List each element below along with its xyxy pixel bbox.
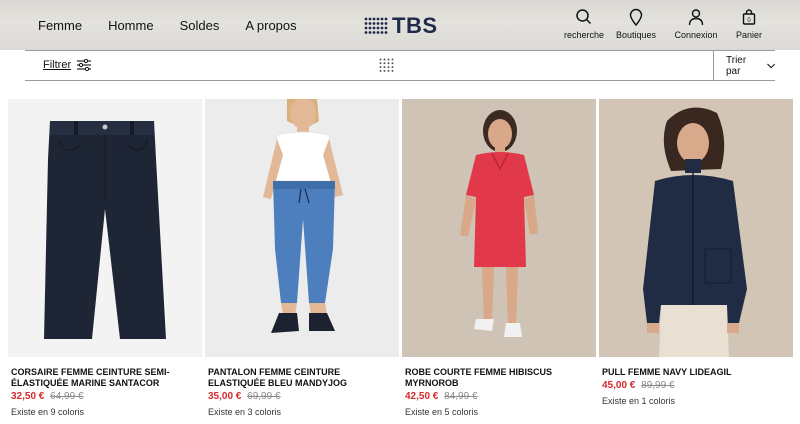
login-button[interactable]: Connexion bbox=[666, 8, 726, 40]
product-prices: 32,50 € 64,99 € bbox=[8, 391, 202, 403]
model-blue-pants-image bbox=[263, 99, 343, 333]
product-price: 42,50 € bbox=[405, 391, 439, 402]
sort-dropdown[interactable]: Trier par bbox=[713, 51, 775, 80]
stores-label: Boutiques bbox=[615, 30, 657, 40]
grid-view-toggle[interactable] bbox=[379, 58, 395, 77]
filter-sliders-icon bbox=[77, 59, 92, 71]
product-card[interactable]: PULL FEMME NAVY LIDEAGIL 45,00 € 89,99 €… bbox=[599, 99, 793, 406]
product-name[interactable]: ROBE COURTE FEMME HIBISCUS MYRNOROB bbox=[402, 367, 590, 389]
model-red-dress-image bbox=[460, 110, 538, 337]
nav-homme[interactable]: Homme bbox=[108, 18, 154, 33]
search-label: recherche bbox=[563, 30, 605, 40]
grid-dots-icon bbox=[379, 58, 394, 72]
product-card[interactable]: PANTALON FEMME CEINTURE ELASTIQUÉE BLEU … bbox=[205, 99, 399, 417]
product-old-price: 89,99 € bbox=[641, 380, 675, 391]
product-image[interactable] bbox=[8, 99, 202, 357]
logo-text: TBS bbox=[392, 13, 438, 38]
stores-button[interactable]: Boutiques bbox=[606, 8, 666, 40]
filter-bar: Filtrer Trier par bbox=[25, 50, 775, 81]
product-image[interactable] bbox=[402, 99, 596, 357]
site-header: Femme Homme Soldes A propos TBS recherch… bbox=[0, 0, 800, 50]
product-price: 32,50 € bbox=[11, 391, 45, 402]
product-name[interactable]: PANTALON FEMME CEINTURE ELASTIQUÉE BLEU … bbox=[205, 367, 393, 389]
location-pin-icon bbox=[629, 8, 643, 26]
product-colors-count: Existe en 9 coloris bbox=[11, 407, 85, 417]
product-old-price: 69,99 € bbox=[247, 391, 281, 402]
cart-button[interactable]: 0 Panier bbox=[719, 8, 779, 40]
product-price: 35,00 € bbox=[208, 391, 242, 402]
product-card[interactable]: ROBE COURTE FEMME HIBISCUS MYRNOROB 42,5… bbox=[402, 99, 596, 417]
product-colors-count: Existe en 3 coloris bbox=[208, 407, 282, 417]
product-image[interactable] bbox=[599, 99, 793, 357]
product-old-price: 84,99 € bbox=[444, 391, 478, 402]
product-prices: 42,50 € 84,99 € bbox=[402, 391, 596, 403]
search-icon bbox=[576, 9, 592, 25]
search-button[interactable]: recherche bbox=[554, 8, 614, 40]
product-old-price: 64,99 € bbox=[50, 391, 84, 402]
main-nav: Femme Homme Soldes A propos bbox=[38, 18, 297, 33]
nav-femme[interactable]: Femme bbox=[38, 18, 82, 33]
product-colors-count: Existe en 1 coloris bbox=[602, 396, 676, 406]
user-icon bbox=[688, 9, 704, 26]
cart-label: Panier bbox=[735, 30, 762, 40]
product-colors-count: Existe en 5 coloris bbox=[405, 407, 479, 417]
site-logo[interactable]: TBS bbox=[364, 13, 438, 39]
nav-a-propos[interactable]: A propos bbox=[245, 18, 296, 33]
product-image[interactable] bbox=[205, 99, 399, 357]
product-prices: 45,00 € 89,99 € bbox=[599, 380, 793, 392]
logo-dots-icon bbox=[364, 17, 388, 34]
product-price: 45,00 € bbox=[602, 380, 636, 391]
navy-trousers-image bbox=[44, 121, 166, 339]
filter-label: Filtrer bbox=[43, 59, 72, 71]
shopping-bag-icon: 0 bbox=[742, 9, 756, 25]
product-name[interactable]: PULL FEMME NAVY LIDEAGIL bbox=[599, 367, 787, 378]
sort-label: Trier par bbox=[726, 54, 747, 77]
model-navy-pullover-image bbox=[643, 107, 747, 357]
login-label: Connexion bbox=[674, 30, 718, 40]
nav-soldes[interactable]: Soldes bbox=[180, 18, 220, 33]
product-card[interactable]: CORSAIRE FEMME CEINTURE SEMI-ÉLASTIQUÉE … bbox=[8, 99, 202, 417]
chevron-down-icon bbox=[766, 63, 775, 68]
filter-button[interactable]: Filtrer bbox=[43, 59, 92, 71]
product-prices: 35,00 € 69,99 € bbox=[205, 391, 399, 403]
product-name[interactable]: CORSAIRE FEMME CEINTURE SEMI-ÉLASTIQUÉE … bbox=[8, 367, 196, 389]
